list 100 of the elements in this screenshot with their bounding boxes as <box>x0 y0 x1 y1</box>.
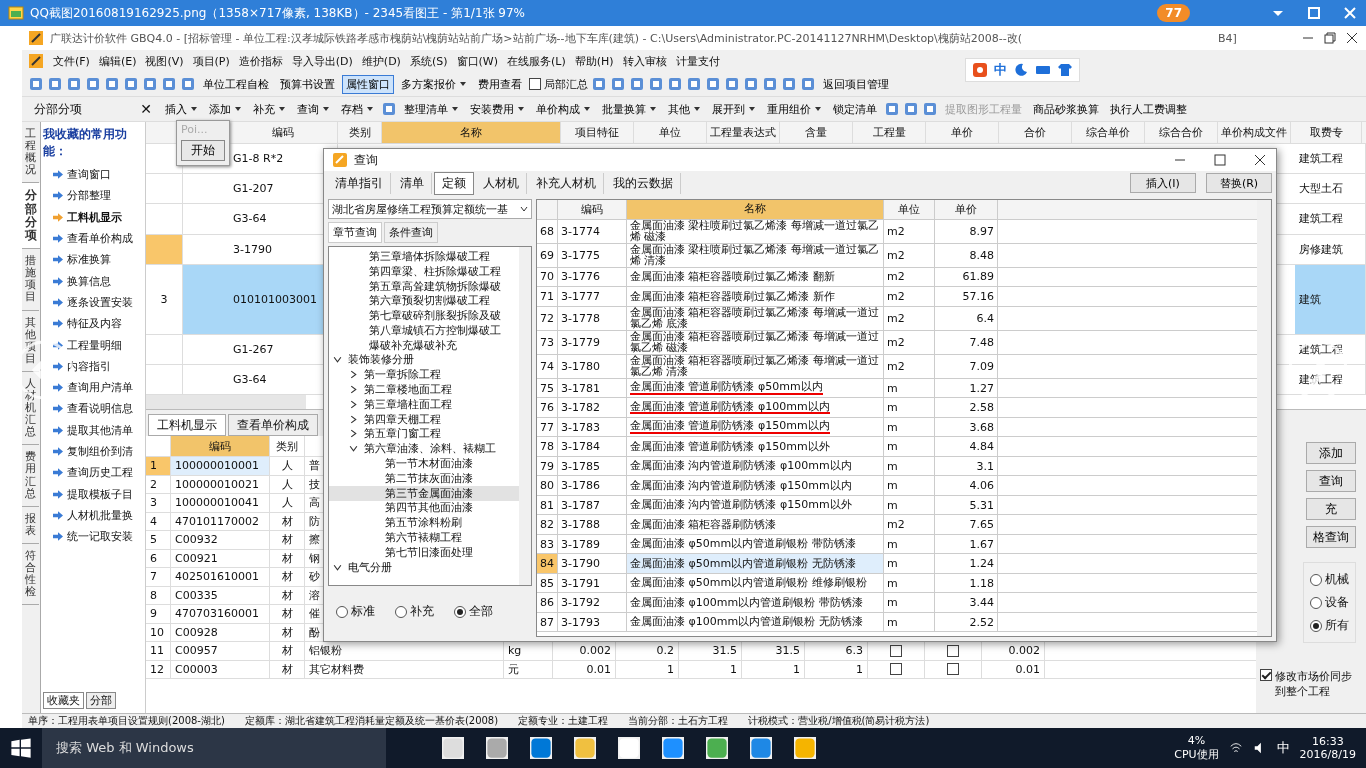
menu-item[interactable]: 帮助(H) <box>574 53 614 69</box>
toolbar-dropdown[interactable]: 存档 <box>337 99 378 119</box>
checkbox[interactable] <box>947 644 959 657</box>
radio-option[interactable]: 设备 <box>1310 594 1349 611</box>
tree-item[interactable]: 第四章天棚工程 <box>329 411 519 427</box>
menu-item[interactable]: 造价指标 <box>238 53 283 69</box>
tool-icon[interactable] <box>743 76 759 92</box>
panel-tab[interactable]: 收藏夹 <box>43 692 84 709</box>
close-button[interactable]: ✕ <box>140 101 152 117</box>
close-icon[interactable] <box>1252 152 1268 168</box>
taskbar-app-icon[interactable] <box>662 737 684 759</box>
tool-icon[interactable] <box>629 76 645 92</box>
action-button[interactable]: 格查询 <box>1306 526 1356 548</box>
menu-item[interactable]: 维护(D) <box>361 53 401 69</box>
tool-icon[interactable] <box>66 76 82 92</box>
tool-icon[interactable] <box>648 76 664 92</box>
ime-mode[interactable]: 中 <box>994 61 1007 79</box>
tool-icon[interactable] <box>705 76 721 92</box>
menu-item[interactable]: 编辑(E) <box>98 53 137 69</box>
menu-item[interactable]: 窗口(W) <box>456 53 498 69</box>
input-method[interactable]: 中 <box>1276 739 1290 757</box>
tab[interactable]: 章节查询 <box>328 222 382 243</box>
favorite-item[interactable]: 查询用户清单 <box>43 376 143 399</box>
tool-icon[interactable] <box>884 101 900 117</box>
tree-item[interactable]: 第三节金属面油漆 <box>329 485 519 501</box>
side-tab[interactable]: 分部分项 <box>22 183 40 250</box>
radio-option[interactable]: 标准 <box>336 603 375 620</box>
tool-icon[interactable] <box>142 76 158 92</box>
toolbar-button[interactable]: 属性窗口 <box>342 74 394 94</box>
menu-item[interactable]: 在线服务(L) <box>506 53 566 69</box>
scrollbar[interactable] <box>146 395 306 409</box>
favorite-item[interactable]: 内容指引 <box>43 355 143 377</box>
start-button[interactable]: 开始 <box>181 140 225 161</box>
moon-icon[interactable] <box>1013 62 1029 78</box>
toolbar-button[interactable]: 锁定清单 <box>829 99 881 119</box>
library-dropdown[interactable]: 湖北省房屋修缮工程预算定额统一基 <box>328 199 532 219</box>
menu-item[interactable]: 计量支付 <box>675 53 720 69</box>
tool-icon[interactable] <box>686 76 702 92</box>
favorite-item[interactable]: 查看说明信息 <box>43 398 143 420</box>
favorite-item[interactable]: 标准换算 <box>43 249 143 271</box>
tab[interactable]: 清单 <box>393 172 432 194</box>
action-button[interactable]: 查询 <box>1306 470 1356 492</box>
sync-checkbox[interactable]: 修改市场价同步到整个工程 <box>1260 669 1356 699</box>
fullscreen-icon[interactable] <box>1306 5 1322 21</box>
toolbar-dropdown[interactable]: 单价构成 <box>532 99 595 119</box>
side-tab[interactable]: 其他项目 <box>22 310 39 372</box>
side-tab[interactable]: 人材机汇总 <box>22 371 39 446</box>
toolbar-button[interactable]: 返回项目管理 <box>819 74 893 94</box>
checkbox[interactable] <box>947 663 959 676</box>
toolbar-dropdown[interactable]: 重用组价 <box>763 99 826 119</box>
scrollbar[interactable] <box>519 247 531 585</box>
toolbar-button[interactable]: 单位工程自检 <box>199 74 273 94</box>
tool-icon[interactable] <box>724 76 740 92</box>
chevron-icon[interactable] <box>333 562 342 572</box>
side-tab[interactable]: 符合性检 <box>22 543 39 606</box>
favorite-item[interactable]: 特征及内容 <box>43 313 143 335</box>
tool-icon[interactable] <box>161 76 177 92</box>
side-tab[interactable]: 措施项目 <box>22 249 39 311</box>
tab[interactable]: 工料机显示 <box>148 414 226 436</box>
taskbar-app-icon[interactable] <box>706 737 728 759</box>
favorite-item[interactable]: 换算信息 <box>43 270 143 292</box>
toolbar-button[interactable]: 执行人工费调整 <box>1106 99 1191 119</box>
tab[interactable]: 我的云数据 <box>606 172 681 194</box>
toolbar-dropdown[interactable]: 批量换算 <box>598 99 661 119</box>
toolbar-button[interactable]: 预算书设置 <box>276 74 339 94</box>
favorite-item[interactable]: 分部整理 <box>43 185 143 207</box>
restore-icon[interactable] <box>1322 30 1338 46</box>
tree-item[interactable]: 第六章油漆、涂料、裱糊工 <box>329 441 519 457</box>
toolbar-dropdown[interactable]: 安装费用 <box>466 99 529 119</box>
menu-item[interactable]: 系统(S) <box>409 53 448 69</box>
toolbar-button[interactable]: 费用查看 <box>474 74 526 94</box>
tool-icon[interactable] <box>922 101 938 117</box>
shirt-icon[interactable] <box>1057 62 1073 78</box>
favorite-item[interactable]: 查询窗口 <box>43 164 143 186</box>
toolbar-dropdown[interactable]: 添加 <box>205 99 246 119</box>
favorite-item[interactable]: 统一记取安装 <box>43 526 143 548</box>
radio-option[interactable]: 机械 <box>1310 571 1349 588</box>
panel-tab[interactable]: 分部 <box>86 692 116 709</box>
tool-icon[interactable] <box>180 76 196 92</box>
network-icon[interactable] <box>1228 741 1243 755</box>
action-button[interactable]: 添加 <box>1306 442 1356 464</box>
tab[interactable]: 补充人材机 <box>529 172 604 194</box>
clock[interactable]: 16:33 2016/8/19 <box>1299 735 1356 761</box>
menu-item[interactable]: 项目(P) <box>192 53 230 69</box>
tool-icon[interactable] <box>591 76 607 92</box>
checkbox[interactable] <box>890 663 902 676</box>
tab[interactable]: 人材机 <box>476 172 527 194</box>
tool-icon[interactable] <box>800 76 816 92</box>
tool-icon[interactable] <box>781 76 797 92</box>
side-tab[interactable]: 费用汇总 <box>22 445 39 507</box>
tool-icon[interactable] <box>667 76 683 92</box>
toolbar-dropdown[interactable]: 展开到 <box>708 99 760 119</box>
taskbar-app-icon[interactable] <box>750 737 772 759</box>
tool-icon[interactable] <box>610 76 626 92</box>
toolbar-button[interactable]: 商品砂浆换算 <box>1029 99 1103 119</box>
windows-icon[interactable] <box>10 737 32 759</box>
scrollbar[interactable] <box>1257 200 1271 636</box>
toolbar-dropdown[interactable]: 多方案报价 <box>397 74 471 94</box>
radio-option[interactable]: 补充 <box>395 603 434 620</box>
tool-icon[interactable] <box>28 76 44 92</box>
